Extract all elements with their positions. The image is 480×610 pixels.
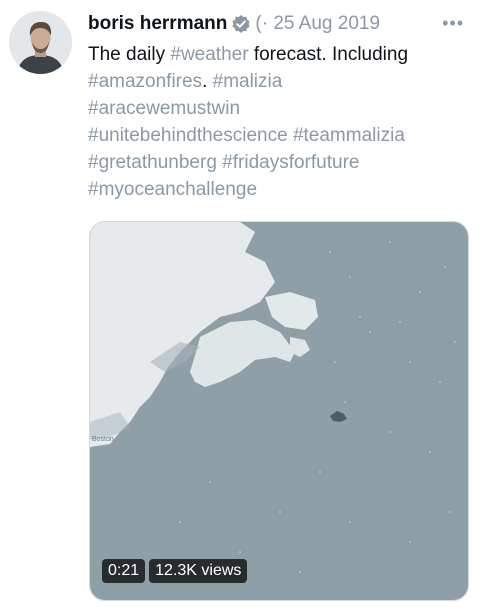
tweet-meta: (· 25 Aug 2019 (255, 13, 380, 35)
verified-badge-icon (231, 14, 251, 34)
hashtag-malizia[interactable]: #malizia (213, 71, 283, 92)
hashtag-aracewemustwin[interactable]: #aracewemustwin (88, 98, 240, 119)
avatar-image (9, 11, 72, 74)
text-part: . (202, 71, 213, 92)
tweet-content: boris herrmann (· 25 Aug 2019 ••• The da… (88, 9, 470, 203)
video-duration: 0:21 (102, 559, 146, 583)
author-name[interactable]: boris herrmann (88, 13, 227, 35)
tweet-date[interactable]: 25 Aug 2019 (273, 13, 380, 34)
truncated-handle: (· (255, 13, 269, 34)
more-options-icon[interactable]: ••• (442, 13, 464, 34)
hashtag-gretathunberg[interactable]: #gretathunberg (88, 152, 217, 173)
hashtag-amazonfires[interactable]: #amazonfires (88, 71, 202, 92)
hashtag-teammalizia[interactable]: #teammalizia (293, 125, 405, 146)
hashtag-fridaysforfuture[interactable]: #fridaysforfuture (222, 152, 359, 173)
hashtag-unitebehindthescience[interactable]: #unitebehindthescience (88, 125, 288, 146)
weather-map-thumbnail: Boston (90, 222, 468, 600)
video-player[interactable]: Boston 0:21 12.3K views (89, 221, 469, 601)
text-part: forecast. Including (248, 44, 409, 65)
tweet-text: The daily #weather forecast. Including #… (88, 41, 470, 203)
author-avatar[interactable] (9, 11, 72, 74)
text-part: The daily (88, 44, 171, 65)
map-city-label: Boston (92, 436, 114, 443)
tweet-header: boris herrmann (· 25 Aug 2019 (88, 9, 470, 39)
video-overlay: 0:21 12.3K views (102, 559, 248, 583)
video-view-count: 12.3K views (149, 559, 248, 583)
hashtag-myoceanchallenge[interactable]: #myoceanchallenge (88, 179, 257, 200)
hashtag-weather[interactable]: #weather (170, 44, 248, 65)
tweet: boris herrmann (· 25 Aug 2019 ••• The da… (0, 0, 480, 610)
